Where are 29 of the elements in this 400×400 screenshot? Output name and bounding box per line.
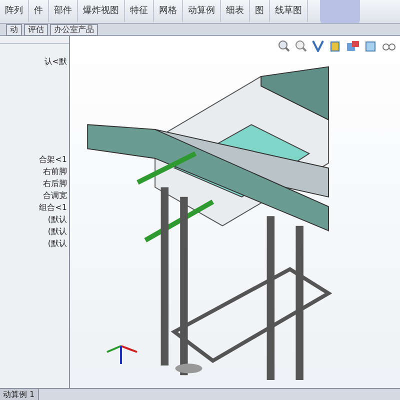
tree-item[interactable]: (默认 (48, 226, 69, 238)
ribbon-command[interactable]: 爆炸视图 (78, 0, 125, 22)
ribbon-command[interactable]: 动算例 (183, 0, 221, 22)
tree-item[interactable]: 合架<1 (39, 154, 69, 166)
cube-icon[interactable] (329, 40, 341, 52)
tree-item[interactable]: 组合<1 (39, 202, 69, 214)
tree-item[interactable]: (默认 (48, 214, 69, 226)
command-tab[interactable]: 动 (6, 24, 22, 36)
command-tab[interactable]: 办公室产品 (50, 24, 98, 36)
ribbon-command[interactable]: 件 (29, 0, 49, 22)
display-style-icon[interactable] (346, 40, 360, 52)
ribbon-command[interactable]: 阵列 (0, 0, 29, 22)
zoom-icon[interactable] (278, 40, 290, 52)
zoom-area-icon[interactable] (295, 40, 307, 52)
ribbon-command[interactable]: 特征 (125, 0, 154, 22)
tree-item[interactable]: (默认 (48, 238, 69, 250)
tree-item[interactable]: 认<默 (44, 56, 69, 68)
ribbon-command[interactable]: 细表 (221, 0, 250, 22)
ribbon-command[interactable]: 线草图 (270, 0, 308, 22)
tree-item[interactable]: 合调宽 (43, 190, 69, 202)
command-tab[interactable]: 评估 (24, 24, 48, 36)
tree-item[interactable]: 右后脚 (43, 178, 69, 190)
ribbon-command[interactable]: 网格 (154, 0, 183, 22)
ribbon-command[interactable]: 图 (250, 0, 270, 22)
ribbon-command[interactable]: 部件 (49, 0, 78, 22)
study-tab[interactable]: 动算例 1 (0, 389, 39, 400)
shaded-box-icon[interactable] (365, 40, 377, 52)
section-view-icon[interactable] (312, 40, 324, 52)
tree-item[interactable]: 右前脚 (43, 166, 69, 178)
